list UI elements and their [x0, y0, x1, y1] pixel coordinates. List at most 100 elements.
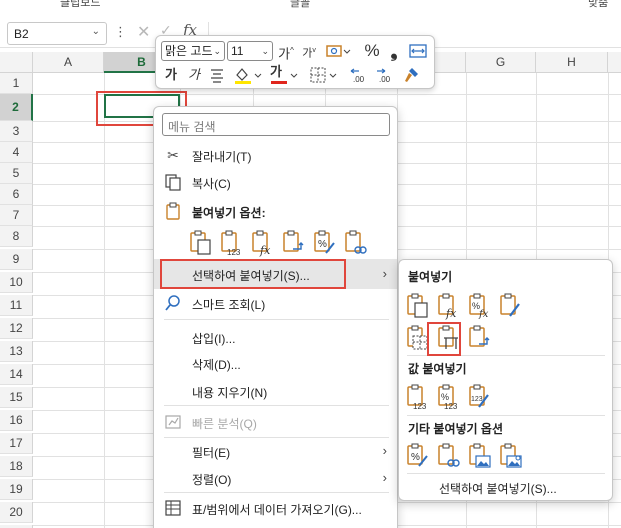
accounting-format-button[interactable]: [324, 41, 352, 61]
decrease-decimal-button[interactable]: .00: [374, 65, 398, 85]
paste-icon[interactable]: [405, 292, 431, 320]
menu-item-label: 삭제(D)...: [192, 358, 241, 372]
font-name-select[interactable]: 맑은 고드 ⌄: [161, 41, 225, 61]
paste-linked-picture-icon[interactable]: [498, 442, 524, 470]
row-header[interactable]: 1: [0, 73, 33, 94]
svg-text:%: %: [318, 239, 327, 250]
row-header[interactable]: 7: [0, 205, 33, 226]
menu-item-copy[interactable]: 복사(C): [154, 169, 397, 195]
row-header[interactable]: 10: [0, 272, 33, 293]
paste-transpose-icon[interactable]: [467, 324, 493, 352]
increase-font-button[interactable]: 가^: [276, 41, 296, 61]
menu-item-label: 정렬(O): [192, 473, 232, 487]
row-header[interactable]: 8: [0, 226, 33, 247]
cancel-icon[interactable]: ✕: [137, 22, 150, 42]
menu-item-insert[interactable]: 삽입(I)...: [154, 324, 397, 350]
paste-formulas-icon[interactable]: fx: [250, 229, 276, 257]
row-header[interactable]: 18: [0, 456, 33, 477]
paste-transpose-icon[interactable]: [281, 229, 307, 257]
column-header-g[interactable]: G: [466, 52, 536, 73]
select-all-corner[interactable]: [0, 52, 33, 73]
row-header[interactable]: 12: [0, 318, 33, 339]
align-center-icon: [211, 69, 223, 83]
column-header-a[interactable]: A: [33, 52, 104, 73]
paste-icon[interactable]: [188, 229, 214, 257]
paste-values-number-formatting-icon[interactable]: % 123: [436, 383, 462, 411]
menu-item-label: 잘라내기(T): [192, 150, 252, 164]
increase-font-icon: 가: [278, 46, 291, 62]
paste-special-dialog-item[interactable]: 선택하여 붙여넣기(S)...: [439, 480, 557, 497]
paste-formulas-number-formatting-icon[interactable]: % fx: [467, 292, 493, 320]
menu-item-clear-contents[interactable]: 내용 지우기(N): [154, 378, 397, 404]
row-header-selected[interactable]: 2: [0, 94, 33, 121]
font-size-select[interactable]: 11 ⌄: [227, 41, 273, 61]
menu-item-cut[interactable]: ✂ 잘라내기(T): [154, 142, 397, 168]
row-header[interactable]: 14: [0, 364, 33, 385]
svg-text:123: 123: [227, 248, 241, 257]
menu-item-label: 붙여넣기 옵션:: [192, 206, 266, 220]
paste-formulas-icon[interactable]: fx: [436, 292, 462, 320]
row-header[interactable]: 3: [0, 121, 33, 142]
paste-values-source-formatting-icon[interactable]: 123: [467, 383, 493, 411]
increase-decimal-button[interactable]: .00: [348, 65, 372, 85]
font-color-button[interactable]: 가: [268, 64, 298, 85]
row-header[interactable]: 11: [0, 295, 33, 316]
paste-picture-icon[interactable]: [467, 442, 493, 470]
paste-link-icon[interactable]: [343, 229, 369, 257]
chevron-down-icon[interactable]: ⌄: [92, 26, 100, 37]
paste-values-icon[interactable]: 123: [405, 383, 431, 411]
fill-color-button[interactable]: [232, 65, 262, 85]
highlight-box-paste-special: [160, 259, 346, 289]
menu-item-label: 스마트 조회(L): [192, 298, 266, 312]
paste-keep-source-formatting-icon[interactable]: [498, 292, 524, 320]
merge-center-button[interactable]: [408, 41, 428, 61]
paste-values-icon[interactable]: 123: [219, 229, 245, 257]
column-header-h[interactable]: H: [536, 52, 608, 73]
menu-item-paste-options: 붙여넣기 옵션:: [154, 198, 397, 224]
highlight-box-keep-column-widths: [427, 322, 461, 356]
menu-item-quick-analysis: 빠른 분석(Q): [154, 409, 397, 435]
decrease-decimal-icon: .00: [377, 68, 391, 84]
row-header[interactable]: 4: [0, 142, 33, 163]
comma-button[interactable]: ❟: [384, 41, 404, 61]
row-header[interactable]: 20: [0, 502, 33, 523]
chevron-right-icon: ›: [382, 443, 387, 458]
percent-button[interactable]: %: [362, 41, 382, 61]
menu-item-delete[interactable]: 삭제(D)...: [154, 350, 397, 376]
italic-button[interactable]: 가: [184, 65, 204, 85]
svg-text:fx: fx: [445, 307, 457, 320]
paste-link-icon[interactable]: [436, 442, 462, 470]
name-box-value: B2: [14, 27, 29, 41]
row-header[interactable]: 16: [0, 410, 33, 431]
row-header[interactable]: 17: [0, 433, 33, 454]
submenu-separator: [407, 473, 605, 474]
row-header[interactable]: 15: [0, 387, 33, 408]
paste-formatting-icon[interactable]: %: [312, 229, 338, 257]
row-header[interactable]: 19: [0, 479, 33, 500]
more-options-icon[interactable]: ⋮: [114, 24, 127, 40]
borders-icon: [310, 67, 337, 83]
row-header[interactable]: 9: [0, 249, 33, 270]
quick-analysis-icon: [164, 413, 182, 431]
merge-icon: [409, 44, 427, 58]
format-painter-button[interactable]: [401, 65, 421, 85]
decrease-font-button[interactable]: 가v: [299, 41, 319, 61]
ribbon-group-alignment: 맞춤: [588, 0, 609, 9]
menu-item-sort[interactable]: 정렬(O) ›: [154, 465, 397, 491]
name-box[interactable]: B2 ⌄: [7, 22, 107, 45]
chevron-right-icon: ›: [382, 266, 387, 281]
align-center-button[interactable]: [207, 65, 227, 85]
bold-button[interactable]: 가: [161, 65, 181, 85]
paste-formatting-icon[interactable]: %: [405, 442, 431, 470]
menu-search-input[interactable]: 메뉴 검색: [162, 113, 390, 136]
row-header[interactable]: 13: [0, 341, 33, 362]
row-header[interactable]: 5: [0, 163, 33, 184]
menu-separator: [164, 492, 389, 493]
menu-item-smart-lookup[interactable]: 스마트 조회(L): [154, 290, 397, 316]
menu-item-get-data[interactable]: 표/범위에서 데이터 가져오기(G)...: [154, 495, 397, 521]
scissors-icon: ✂: [167, 147, 179, 163]
row-header[interactable]: 6: [0, 184, 33, 205]
menu-separator: [164, 405, 389, 406]
menu-item-filter[interactable]: 필터(E) ›: [154, 438, 397, 464]
borders-button[interactable]: [308, 65, 338, 85]
